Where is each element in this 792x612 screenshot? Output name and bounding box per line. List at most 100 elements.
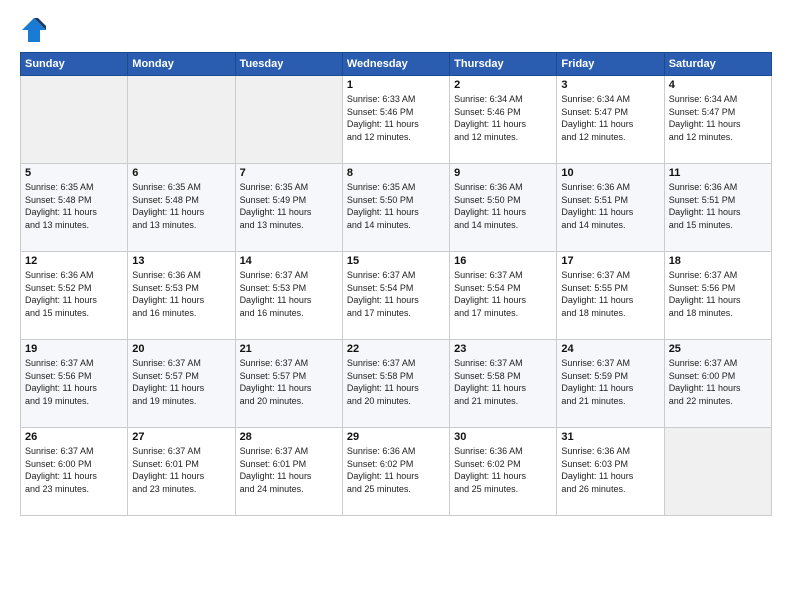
calendar-cell: 12Sunrise: 6:36 AM Sunset: 5:52 PM Dayli…: [21, 252, 128, 340]
week-row-2: 5 Sunrise: 6:35 AM Sunset: 5:48 PM Daylig…: [21, 164, 772, 252]
logo-icon: [20, 16, 48, 44]
calendar-cell: [235, 76, 342, 164]
day-info: Sunrise: 6:36 AM Sunset: 6:02 PM Dayligh…: [347, 445, 445, 495]
week-row-4: 19 Sunrise: 6:37 AM Sunset: 5:56 PM Dayli…: [21, 340, 772, 428]
day-header-monday: Monday: [128, 53, 235, 76]
day-number: 28: [240, 431, 338, 443]
calendar-cell: 17Sunrise: 6:37 AM Sunset: 5:55 PM Dayli…: [557, 252, 664, 340]
calendar-cell: 30Sunrise: 6:36 AM Sunset: 6:02 PM Dayli…: [450, 428, 557, 516]
calendar-cell: 2 Sunrise: 6:34 AM Sunset: 5:46 PM Daylig…: [450, 76, 557, 164]
day-number: 7: [240, 167, 338, 179]
day-info: Sunrise: 6:37 AM Sunset: 5:57 PM Dayligh…: [240, 357, 338, 407]
calendar-cell: 27 Sunrise: 6:37 AM Sunset: 6:01 PM Dayli…: [128, 428, 235, 516]
day-info: Sunrise: 6:37 AM Sunset: 5:56 PM Dayligh…: [669, 269, 767, 319]
day-number: 1: [347, 79, 445, 91]
calendar-cell: 18Sunrise: 6:37 AM Sunset: 5:56 PM Dayli…: [664, 252, 771, 340]
day-info: Sunrise: 6:37 AM Sunset: 6:01 PM Dayligh…: [132, 445, 230, 495]
day-number: 15: [347, 255, 445, 267]
day-info: Sunrise: 6:36 AM Sunset: 6:02 PM Dayligh…: [454, 445, 552, 495]
day-info: Sunrise: 6:34 AM Sunset: 5:47 PM Dayligh…: [669, 93, 767, 143]
calendar-cell: 10Sunrise: 6:36 AM Sunset: 5:51 PM Dayli…: [557, 164, 664, 252]
calendar-cell: 19 Sunrise: 6:37 AM Sunset: 5:56 PM Dayli…: [21, 340, 128, 428]
calendar-cell: 21 Sunrise: 6:37 AM Sunset: 5:57 PM Dayli…: [235, 340, 342, 428]
calendar-cell: 24 Sunrise: 6:37 AM Sunset: 5:59 PM Dayli…: [557, 340, 664, 428]
day-number: 22: [347, 343, 445, 355]
calendar-cell: 3 Sunrise: 6:34 AM Sunset: 5:47 PM Daylig…: [557, 76, 664, 164]
day-number: 23: [454, 343, 552, 355]
day-info: Sunrise: 6:37 AM Sunset: 6:00 PM Dayligh…: [669, 357, 767, 407]
day-number: 27: [132, 431, 230, 443]
week-row-5: 26Sunrise: 6:37 AM Sunset: 6:00 PM Dayli…: [21, 428, 772, 516]
day-number: 19: [25, 343, 123, 355]
day-number: 21: [240, 343, 338, 355]
day-info: Sunrise: 6:37 AM Sunset: 5:58 PM Dayligh…: [347, 357, 445, 407]
calendar-cell: 6 Sunrise: 6:35 AM Sunset: 5:48 PM Daylig…: [128, 164, 235, 252]
day-info: Sunrise: 6:37 AM Sunset: 5:54 PM Dayligh…: [454, 269, 552, 319]
day-number: 8: [347, 167, 445, 179]
day-info: Sunrise: 6:37 AM Sunset: 5:56 PM Dayligh…: [25, 357, 123, 407]
day-number: 3: [561, 79, 659, 91]
day-info: Sunrise: 6:36 AM Sunset: 5:52 PM Dayligh…: [25, 269, 123, 319]
day-info: Sunrise: 6:37 AM Sunset: 5:53 PM Dayligh…: [240, 269, 338, 319]
calendar-cell: [128, 76, 235, 164]
calendar-cell: 16 Sunrise: 6:37 AM Sunset: 5:54 PM Dayli…: [450, 252, 557, 340]
day-info: Sunrise: 6:37 AM Sunset: 5:59 PM Dayligh…: [561, 357, 659, 407]
week-row-3: 12Sunrise: 6:36 AM Sunset: 5:52 PM Dayli…: [21, 252, 772, 340]
day-number: 24: [561, 343, 659, 355]
day-info: Sunrise: 6:37 AM Sunset: 5:58 PM Dayligh…: [454, 357, 552, 407]
day-info: Sunrise: 6:37 AM Sunset: 5:57 PM Dayligh…: [132, 357, 230, 407]
day-number: 16: [454, 255, 552, 267]
calendar-cell: 26Sunrise: 6:37 AM Sunset: 6:00 PM Dayli…: [21, 428, 128, 516]
day-info: Sunrise: 6:36 AM Sunset: 6:03 PM Dayligh…: [561, 445, 659, 495]
day-header-thursday: Thursday: [450, 53, 557, 76]
day-info: Sunrise: 6:35 AM Sunset: 5:49 PM Dayligh…: [240, 181, 338, 231]
day-info: Sunrise: 6:34 AM Sunset: 5:47 PM Dayligh…: [561, 93, 659, 143]
day-number: 29: [347, 431, 445, 443]
header: [20, 16, 772, 44]
day-number: 9: [454, 167, 552, 179]
day-number: 13: [132, 255, 230, 267]
day-header-friday: Friday: [557, 53, 664, 76]
week-row-1: 1 Sunrise: 6:33 AM Sunset: 5:46 PM Daylig…: [21, 76, 772, 164]
calendar-cell: 20Sunrise: 6:37 AM Sunset: 5:57 PM Dayli…: [128, 340, 235, 428]
day-number: 14: [240, 255, 338, 267]
day-number: 4: [669, 79, 767, 91]
calendar-cell: 22 Sunrise: 6:37 AM Sunset: 5:58 PM Dayli…: [342, 340, 449, 428]
calendar-cell: 28 Sunrise: 6:37 AM Sunset: 6:01 PM Dayli…: [235, 428, 342, 516]
calendar-cell: [21, 76, 128, 164]
calendar-cell: 23 Sunrise: 6:37 AM Sunset: 5:58 PM Dayli…: [450, 340, 557, 428]
day-number: 5: [25, 167, 123, 179]
calendar-cell: 9 Sunrise: 6:36 AM Sunset: 5:50 PM Daylig…: [450, 164, 557, 252]
day-number: 31: [561, 431, 659, 443]
day-number: 6: [132, 167, 230, 179]
day-number: 2: [454, 79, 552, 91]
day-info: Sunrise: 6:37 AM Sunset: 6:01 PM Dayligh…: [240, 445, 338, 495]
calendar-cell: 8 Sunrise: 6:35 AM Sunset: 5:50 PM Daylig…: [342, 164, 449, 252]
day-number: 11: [669, 167, 767, 179]
day-info: Sunrise: 6:37 AM Sunset: 5:55 PM Dayligh…: [561, 269, 659, 319]
calendar-cell: 5Sunrise: 6:35 AM Sunset: 5:48 PM Daylig…: [21, 164, 128, 252]
calendar-cell: 4 Sunrise: 6:34 AM Sunset: 5:47 PM Daylig…: [664, 76, 771, 164]
calendar-table: SundayMondayTuesdayWednesdayThursdayFrid…: [20, 52, 772, 516]
calendar-cell: [664, 428, 771, 516]
day-info: Sunrise: 6:37 AM Sunset: 5:54 PM Dayligh…: [347, 269, 445, 319]
calendar-cell: 13Sunrise: 6:36 AM Sunset: 5:53 PM Dayli…: [128, 252, 235, 340]
calendar-cell: 14 Sunrise: 6:37 AM Sunset: 5:53 PM Dayli…: [235, 252, 342, 340]
day-info: Sunrise: 6:36 AM Sunset: 5:50 PM Dayligh…: [454, 181, 552, 231]
day-info: Sunrise: 6:33 AM Sunset: 5:46 PM Dayligh…: [347, 93, 445, 143]
day-header-sunday: Sunday: [21, 53, 128, 76]
day-header-row: SundayMondayTuesdayWednesdayThursdayFrid…: [21, 53, 772, 76]
page: SundayMondayTuesdayWednesdayThursdayFrid…: [0, 0, 792, 612]
calendar-cell: 7 Sunrise: 6:35 AM Sunset: 5:49 PM Daylig…: [235, 164, 342, 252]
day-info: Sunrise: 6:34 AM Sunset: 5:46 PM Dayligh…: [454, 93, 552, 143]
day-number: 25: [669, 343, 767, 355]
day-header-wednesday: Wednesday: [342, 53, 449, 76]
day-info: Sunrise: 6:36 AM Sunset: 5:51 PM Dayligh…: [561, 181, 659, 231]
day-info: Sunrise: 6:35 AM Sunset: 5:50 PM Dayligh…: [347, 181, 445, 231]
day-header-tuesday: Tuesday: [235, 53, 342, 76]
calendar-cell: 1 Sunrise: 6:33 AM Sunset: 5:46 PM Daylig…: [342, 76, 449, 164]
day-info: Sunrise: 6:36 AM Sunset: 5:51 PM Dayligh…: [669, 181, 767, 231]
calendar-cell: 29 Sunrise: 6:36 AM Sunset: 6:02 PM Dayli…: [342, 428, 449, 516]
calendar-cell: 25 Sunrise: 6:37 AM Sunset: 6:00 PM Dayli…: [664, 340, 771, 428]
day-info: Sunrise: 6:35 AM Sunset: 5:48 PM Dayligh…: [132, 181, 230, 231]
